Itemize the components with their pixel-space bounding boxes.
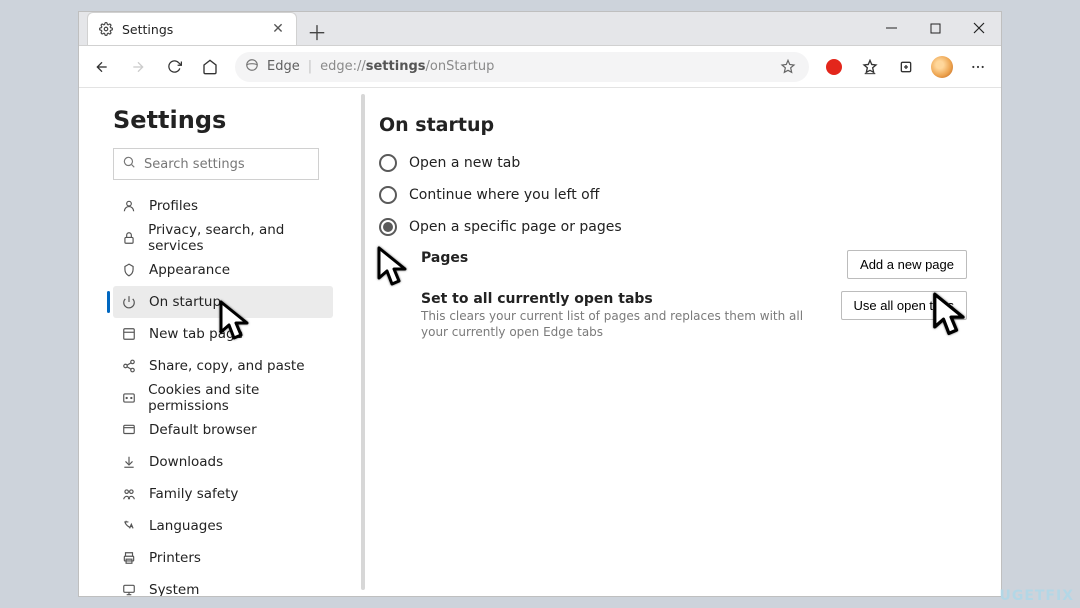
sidebar-item-label: Default browser xyxy=(149,422,257,438)
content-area: Settings Search settings Profiles Privac… xyxy=(79,88,1001,596)
back-button[interactable] xyxy=(85,50,119,84)
url-schema: Edge xyxy=(267,59,300,74)
sidebar-item-label: Printers xyxy=(149,550,201,566)
sidebar-item-label: Downloads xyxy=(149,454,223,470)
settings-menu: Profiles Privacy, search, and services A… xyxy=(113,190,327,596)
close-window-button[interactable] xyxy=(957,12,1001,44)
settings-heading: Settings xyxy=(113,106,327,134)
active-tab[interactable]: Settings ✕ xyxy=(87,12,297,45)
sidebar-item-label: New tab page xyxy=(149,326,243,342)
sidebar-item-family[interactable]: Family safety xyxy=(113,478,333,510)
sidebar-item-appearance[interactable]: Appearance xyxy=(113,254,333,286)
refresh-button[interactable] xyxy=(157,50,191,84)
sidebar-item-newtab[interactable]: New tab page xyxy=(113,318,333,350)
radio-unchecked-icon xyxy=(379,186,397,204)
sidebar-item-languages[interactable]: Languages xyxy=(113,510,333,542)
profiles-icon xyxy=(121,198,137,214)
cookies-icon xyxy=(121,390,136,406)
collections-button[interactable] xyxy=(889,50,923,84)
sidebar-item-label: Cookies and site permissions xyxy=(148,382,333,414)
radio-checked-icon xyxy=(379,218,397,236)
lock-icon xyxy=(121,230,136,246)
more-menu-button[interactable] xyxy=(961,50,995,84)
search-icon xyxy=(122,155,136,173)
set-open-tabs-desc: This clears your current list of pages a… xyxy=(421,309,821,340)
maximize-button[interactable] xyxy=(913,12,957,44)
option-open-new-tab[interactable]: Open a new tab xyxy=(379,154,967,172)
sidebar-item-label: Family safety xyxy=(149,486,238,502)
toolbar: Edge | edge://settings/onStartup xyxy=(79,46,1001,88)
sidebar-item-printers[interactable]: Printers xyxy=(113,542,333,574)
appearance-icon xyxy=(121,262,137,278)
url-text: edge://settings/onStartup xyxy=(320,59,494,74)
system-icon xyxy=(121,582,137,596)
newtab-icon xyxy=(121,326,137,342)
languages-icon xyxy=(121,518,137,534)
family-icon xyxy=(121,486,137,502)
new-tab-button[interactable]: ＋ xyxy=(303,17,331,45)
use-all-open-tabs-button[interactable]: Use all open tabs xyxy=(841,291,967,320)
browser-window: Settings ✕ ＋ xyxy=(78,11,1002,597)
radio-unchecked-icon xyxy=(379,154,397,172)
close-tab-button[interactable]: ✕ xyxy=(270,21,286,37)
specific-pages-section: Pages Add a new page Set to all currentl… xyxy=(421,250,967,340)
tab-title: Settings xyxy=(122,22,262,37)
home-button[interactable] xyxy=(193,50,227,84)
title-bar: Settings ✕ ＋ xyxy=(79,12,1001,46)
sidebar-item-share[interactable]: Share, copy, and paste xyxy=(113,350,333,382)
power-icon xyxy=(121,294,137,310)
sidebar-item-label: Appearance xyxy=(149,262,230,278)
sidebar-item-downloads[interactable]: Downloads xyxy=(113,446,333,478)
sidebar-item-privacy[interactable]: Privacy, search, and services xyxy=(113,222,333,254)
page-title: On startup xyxy=(379,114,967,136)
minimize-button[interactable] xyxy=(869,12,913,44)
favorites-button[interactable] xyxy=(853,50,887,84)
share-icon xyxy=(121,358,137,374)
add-new-page-button[interactable]: Add a new page xyxy=(847,250,967,279)
sidebar-item-cookies[interactable]: Cookies and site permissions xyxy=(113,382,333,414)
gear-icon xyxy=(98,21,114,37)
search-placeholder: Search settings xyxy=(144,157,245,172)
profile-avatar[interactable] xyxy=(925,50,959,84)
window-controls xyxy=(869,12,1001,44)
sidebar-item-label: On startup xyxy=(149,294,221,310)
sidebar-item-system[interactable]: System xyxy=(113,574,333,596)
sidebar-item-label: Privacy, search, and services xyxy=(148,222,333,254)
browser-icon xyxy=(121,422,137,438)
sidebar-item-label: Share, copy, and paste xyxy=(149,358,305,374)
sidebar-item-label: System xyxy=(149,582,199,596)
read-aloud-icon[interactable] xyxy=(777,56,799,78)
pipe-divider: | xyxy=(308,59,312,74)
option-label: Open a new tab xyxy=(409,155,520,171)
pages-heading: Pages xyxy=(421,250,827,266)
settings-sidebar: Settings Search settings Profiles Privac… xyxy=(79,88,327,596)
forward-button[interactable] xyxy=(121,50,155,84)
option-specific-page[interactable]: Open a specific page or pages xyxy=(379,218,967,236)
option-label: Continue where you left off xyxy=(409,187,599,203)
sidebar-item-defaultbrowser[interactable]: Default browser xyxy=(113,414,333,446)
address-bar[interactable]: Edge | edge://settings/onStartup xyxy=(235,52,809,82)
sidebar-item-profiles[interactable]: Profiles xyxy=(113,190,333,222)
opera-like-icon[interactable] xyxy=(817,50,851,84)
main-panel: On startup Open a new tab Continue where… xyxy=(327,88,1001,596)
edge-lock-icon xyxy=(245,58,259,76)
option-label: Open a specific page or pages xyxy=(409,219,622,235)
printer-icon xyxy=(121,550,137,566)
download-icon xyxy=(121,454,137,470)
option-continue[interactable]: Continue where you left off xyxy=(379,186,967,204)
search-settings-input[interactable]: Search settings xyxy=(113,148,319,180)
watermark-text: UGETFIX xyxy=(999,588,1074,604)
sidebar-item-onstartup[interactable]: On startup xyxy=(113,286,333,318)
set-open-tabs-heading: Set to all currently open tabs xyxy=(421,291,821,307)
sidebar-item-label: Languages xyxy=(149,518,223,534)
sidebar-item-label: Profiles xyxy=(149,198,198,214)
